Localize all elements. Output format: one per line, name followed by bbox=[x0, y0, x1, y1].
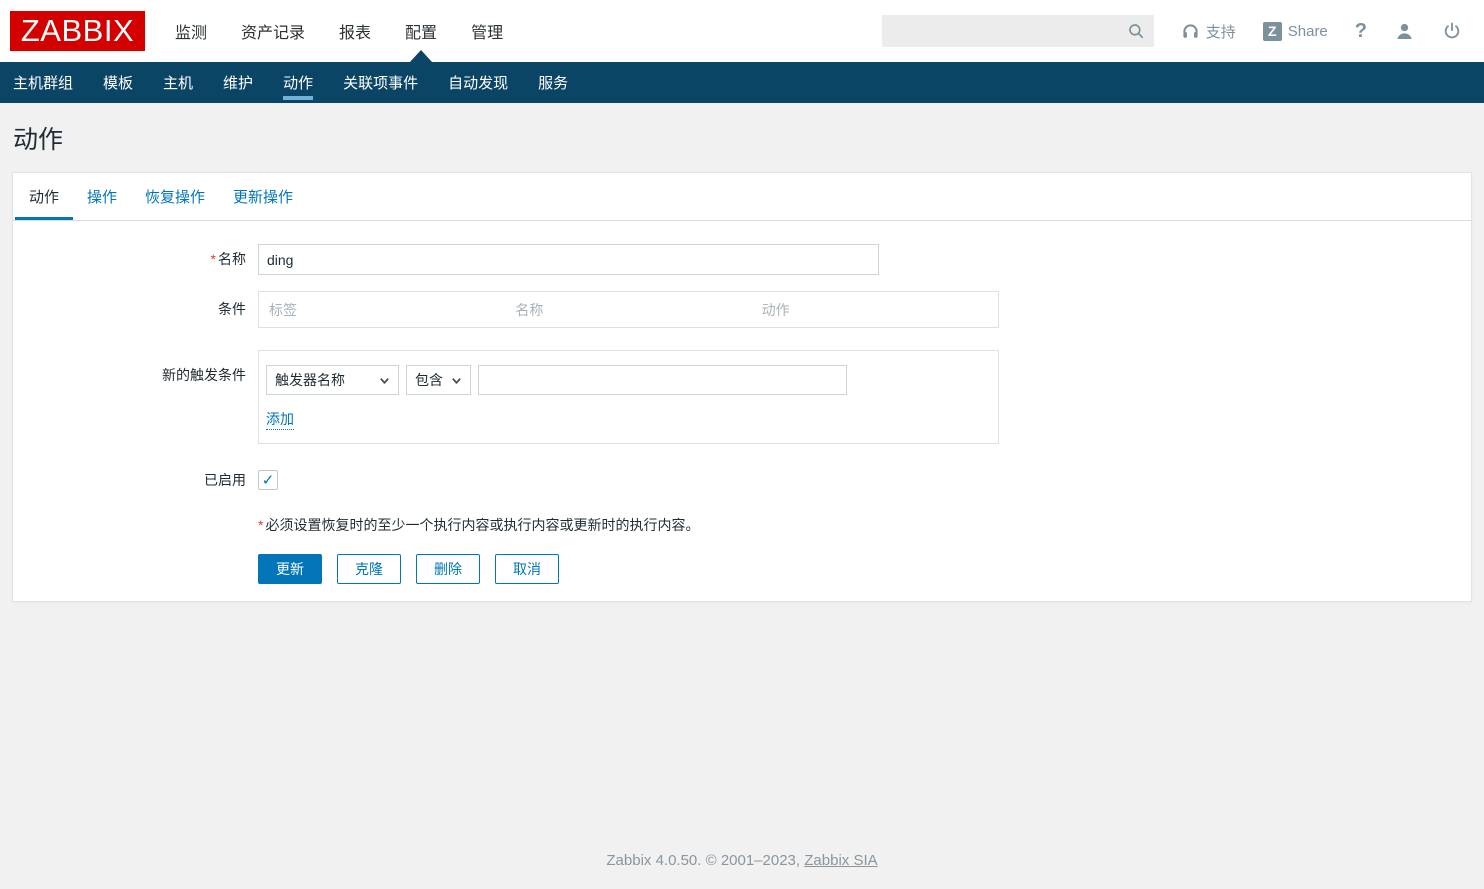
subnav-active-indicator bbox=[283, 96, 313, 100]
conditions-table: 标签 名称 动作 bbox=[258, 291, 999, 328]
condition-type-value: 触发器名称 bbox=[275, 370, 345, 390]
subnav-actions-label: 动作 bbox=[283, 72, 313, 93]
enabled-checkbox[interactable] bbox=[258, 470, 278, 490]
search-input[interactable] bbox=[891, 23, 1127, 39]
search-box[interactable] bbox=[882, 15, 1154, 47]
subnav-hosts[interactable]: 主机 bbox=[163, 62, 193, 103]
page-title: 动作 bbox=[13, 120, 1471, 156]
delete-button[interactable]: 删除 bbox=[416, 554, 480, 584]
enabled-label: 已启用 bbox=[13, 470, 258, 490]
name-field[interactable] bbox=[258, 244, 879, 275]
selected-menu-caret-icon bbox=[410, 50, 432, 62]
zabbix-sia-link[interactable]: Zabbix SIA bbox=[804, 852, 877, 869]
required-note: *必须设置恢复时的至少一个执行内容或执行内容或更新时的执行内容。 bbox=[258, 515, 699, 535]
name-row: *名称 bbox=[13, 244, 1471, 275]
subnav-discovery[interactable]: 自动发现 bbox=[448, 62, 508, 103]
new-condition-label: 新的触发条件 bbox=[13, 350, 258, 390]
subnav-maintenance[interactable]: 维护 bbox=[223, 62, 253, 103]
cancel-button[interactable]: 取消 bbox=[495, 554, 559, 584]
conditions-header-name: 名称 bbox=[505, 300, 751, 320]
share-link[interactable]: Z Share bbox=[1263, 22, 1328, 41]
zabbix-share-icon: Z bbox=[1263, 22, 1282, 41]
conditions-label: 条件 bbox=[13, 291, 258, 328]
nav-item-administration[interactable]: 管理 bbox=[454, 0, 520, 62]
button-group: 更新 克隆 删除 取消 bbox=[258, 554, 559, 584]
support-link[interactable]: 支持 bbox=[1181, 21, 1236, 42]
header-right-controls: 支持 Z Share ? bbox=[882, 15, 1462, 47]
name-label: *名称 bbox=[13, 244, 258, 275]
add-condition-link[interactable]: 添加 bbox=[266, 409, 294, 430]
subnav-templates[interactable]: 模板 bbox=[103, 62, 133, 103]
subnav-services[interactable]: 服务 bbox=[538, 62, 568, 103]
conditions-header-action: 动作 bbox=[752, 300, 998, 320]
required-asterisk: * bbox=[258, 517, 263, 533]
condition-operator-value: 包含 bbox=[415, 370, 443, 390]
action-form: *名称 条件 标签 名称 动作 新的触发条件 触发器名称 bbox=[13, 221, 1471, 601]
subnav-actions[interactable]: 动作 bbox=[283, 62, 313, 103]
clone-button[interactable]: 克隆 bbox=[337, 554, 401, 584]
nav-item-monitoring[interactable]: 监测 bbox=[158, 0, 224, 62]
user-profile-icon[interactable] bbox=[1394, 21, 1415, 42]
footer-version-text: Zabbix 4.0.50. © 2001–2023, bbox=[606, 852, 800, 869]
condition-pattern-field[interactable] bbox=[478, 365, 847, 395]
condition-type-select[interactable]: 触发器名称 bbox=[266, 365, 399, 395]
enabled-row: 已启用 bbox=[13, 470, 1471, 490]
support-label: 支持 bbox=[1206, 21, 1236, 42]
tab-recovery-operations[interactable]: 恢复操作 bbox=[131, 173, 219, 220]
share-label: Share bbox=[1288, 23, 1328, 40]
new-condition-controls: 触发器名称 包含 bbox=[266, 365, 991, 395]
chevron-down-icon bbox=[451, 375, 462, 386]
search-icon[interactable] bbox=[1127, 22, 1145, 40]
subnav-host-groups[interactable]: 主机群组 bbox=[13, 62, 73, 103]
logout-power-icon[interactable] bbox=[1442, 21, 1462, 41]
nav-item-configuration[interactable]: 配置 bbox=[388, 0, 454, 62]
subnav-event-correlation[interactable]: 关联项事件 bbox=[343, 62, 418, 103]
top-header: ZABBIX 监测 资产记录 报表 配置 管理 bbox=[0, 0, 1484, 62]
update-button[interactable]: 更新 bbox=[258, 554, 322, 584]
main-nav: 监测 资产记录 报表 配置 管理 bbox=[158, 0, 520, 62]
conditions-row: 条件 标签 名称 动作 bbox=[13, 291, 1471, 328]
new-condition-box: 触发器名称 包含 添加 bbox=[258, 350, 999, 444]
new-condition-row: 新的触发条件 触发器名称 包含 添加 bbox=[13, 350, 1471, 444]
conditions-header-label: 标签 bbox=[259, 300, 505, 320]
tab-update-operations[interactable]: 更新操作 bbox=[219, 173, 307, 220]
nav-item-inventory[interactable]: 资产记录 bbox=[224, 0, 322, 62]
form-buttons-row: 更新 克隆 删除 取消 bbox=[13, 554, 1471, 584]
headset-icon bbox=[1181, 22, 1200, 41]
help-icon[interactable]: ? bbox=[1355, 20, 1367, 43]
required-asterisk: * bbox=[211, 251, 216, 267]
required-note-row: *必须设置恢复时的至少一个执行内容或执行内容或更新时的执行内容。 bbox=[13, 515, 1471, 535]
nav-item-reports[interactable]: 报表 bbox=[322, 0, 388, 62]
nav-item-configuration-label: 配置 bbox=[405, 19, 437, 43]
page-footer: Zabbix 4.0.50. © 2001–2023, Zabbix SIA bbox=[0, 838, 1484, 889]
zabbix-logo[interactable]: ZABBIX bbox=[10, 11, 145, 51]
action-tabs: 动作 操作 恢复操作 更新操作 bbox=[13, 173, 1471, 221]
tab-operations[interactable]: 操作 bbox=[73, 173, 131, 220]
action-edit-card: 动作 操作 恢复操作 更新操作 *名称 条件 标签 名称 动作 新的触发条件 bbox=[12, 172, 1472, 602]
tab-action[interactable]: 动作 bbox=[15, 173, 73, 220]
condition-operator-select[interactable]: 包含 bbox=[406, 365, 471, 395]
chevron-down-icon bbox=[379, 375, 390, 386]
configuration-sub-nav: 主机群组 模板 主机 维护 动作 关联项事件 自动发现 服务 bbox=[0, 62, 1484, 103]
